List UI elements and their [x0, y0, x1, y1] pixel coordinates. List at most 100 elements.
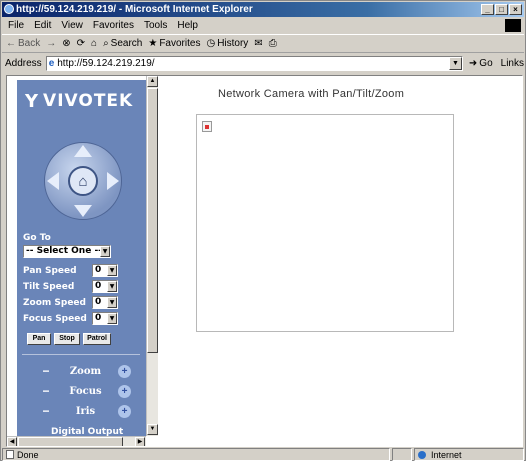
page-viewport: Y VIVOTEK ⌂ Go To -- Select One -- ▼ Pan — [6, 75, 523, 447]
refresh-icon: ⟳ — [76, 38, 86, 49]
menu-bar: File Edit View Favorites Tools Help — [2, 18, 524, 33]
zoom-out-button[interactable]: − — [39, 364, 53, 378]
page-e-icon: e — [48, 57, 55, 69]
horizontal-scroll-thumb[interactable] — [18, 437, 123, 446]
mail-button[interactable]: ✉ — [254, 38, 262, 49]
page-title: Network Camera with Pan/Tilt/Zoom — [218, 88, 405, 100]
tilt-down-arrow-icon[interactable] — [74, 205, 92, 217]
chevron-down-icon: ▼ — [107, 265, 117, 276]
history-icon: ◷ — [206, 38, 216, 49]
goto-label: Go To — [23, 233, 51, 243]
iris-open-button[interactable]: + — [118, 404, 131, 418]
zone-text: Internet — [431, 450, 462, 460]
menu-view[interactable]: View — [61, 18, 83, 33]
vertical-scrollbar[interactable]: ▲ ▼ — [146, 76, 158, 436]
menu-help[interactable]: Help — [177, 18, 198, 33]
address-input[interactable] — [57, 57, 458, 69]
menu-favorites[interactable]: Favorites — [93, 18, 134, 33]
security-zone-pane: Internet — [414, 448, 524, 461]
zoom-in-button[interactable]: + — [117, 364, 131, 378]
minimize-button[interactable]: _ — [481, 4, 494, 15]
print-icon: ⎙ — [268, 38, 277, 49]
pan-speed-select[interactable]: 0 ▼ — [92, 264, 118, 277]
divider — [22, 354, 140, 355]
back-arrow-icon: ← — [6, 38, 16, 49]
chevron-down-icon: ▼ — [107, 297, 117, 308]
title-bar: http://59.124.219.219/ - Microsoft Inter… — [2, 2, 524, 17]
address-bar: Address e ▼ ➜Go Links — [2, 54, 524, 72]
search-icon: ⌕ — [103, 38, 109, 49]
window-controls: _ □ × — [481, 4, 522, 15]
ptz-control-panel: Y VIVOTEK ⌂ Go To -- Select One -- ▼ Pan — [17, 80, 146, 437]
horizontal-scrollbar[interactable]: ◀ ▶ — [7, 436, 146, 446]
patrol-button[interactable]: Patrol — [83, 333, 111, 345]
stop-button[interactable]: Stop — [54, 333, 80, 345]
mail-icon: ✉ — [254, 38, 263, 49]
search-button[interactable]: ⌕ Search — [103, 38, 142, 49]
address-dropdown-icon[interactable]: ▼ — [448, 56, 462, 70]
chevron-down-icon: ▼ — [107, 281, 117, 292]
tilt-speed-select[interactable]: 0 ▼ — [92, 280, 118, 293]
address-label: Address — [5, 57, 42, 69]
tilt-speed-label: Tilt Speed — [23, 282, 75, 292]
zoom-control: − Zoom + — [39, 363, 131, 379]
stop-button[interactable]: ⊗ — [62, 38, 70, 49]
scroll-thumb[interactable] — [147, 88, 158, 353]
focus-label: Focus — [69, 385, 102, 397]
status-text-pane: Done — [2, 448, 390, 461]
pan-speed-label: Pan Speed — [23, 266, 77, 276]
zoom-label: Zoom — [69, 365, 102, 377]
menu-tools[interactable]: Tools — [144, 18, 167, 33]
broken-image-icon — [202, 121, 212, 132]
stop-icon: ⊗ — [62, 38, 71, 49]
status-bar: Done Internet — [2, 448, 524, 461]
video-frame: Network Camera with Pan/Tilt/Zoom — [158, 76, 522, 446]
iris-close-button[interactable]: − — [39, 404, 53, 418]
focus-speed-select[interactable]: 0 ▼ — [92, 312, 118, 325]
scroll-left-icon[interactable]: ◀ — [7, 437, 17, 446]
home-button[interactable]: ⌂ — [91, 38, 97, 49]
maximize-button[interactable]: □ — [495, 4, 508, 15]
control-frame: Y VIVOTEK ⌂ Go To -- Select One -- ▼ Pan — [7, 76, 158, 446]
internet-zone-icon — [418, 451, 426, 459]
go-button[interactable]: ➜ Go — [469, 58, 493, 69]
focus-far-button[interactable]: + — [118, 384, 131, 398]
video-area — [196, 114, 454, 332]
links-button[interactable]: Links — [501, 58, 524, 69]
zoom-speed-select[interactable]: 0 ▼ — [92, 296, 118, 309]
focus-control: − Focus + — [39, 383, 131, 399]
pan-left-arrow-icon[interactable] — [47, 172, 59, 190]
focus-speed-label: Focus Speed — [23, 314, 87, 324]
back-button[interactable]: ← Back — [6, 38, 40, 49]
direction-pad: ⌂ — [44, 142, 122, 220]
scroll-right-icon[interactable]: ▶ — [135, 437, 145, 446]
refresh-button[interactable]: ⟳ — [77, 38, 85, 49]
pan-right-arrow-icon[interactable] — [107, 172, 119, 190]
favorites-icon: ★ — [148, 38, 158, 49]
history-button[interactable]: ◷ History — [206, 38, 248, 49]
forward-button[interactable]: → — [46, 38, 56, 49]
window-title: http://59.124.219.219/ - Microsoft Inter… — [16, 4, 253, 15]
zoom-speed-label: Zoom Speed — [23, 298, 86, 308]
favorites-button[interactable]: ★ Favorites — [148, 38, 200, 49]
menu-file[interactable]: File — [8, 18, 24, 33]
menu-edit[interactable]: Edit — [34, 18, 51, 33]
go-arrow-icon: ➜ — [468, 57, 478, 69]
close-button[interactable]: × — [509, 4, 522, 15]
status-text: Done — [17, 449, 39, 460]
browser-window: http://59.124.219.219/ - Microsoft Inter… — [0, 0, 526, 461]
scroll-down-icon[interactable]: ▼ — [147, 424, 158, 435]
tilt-up-arrow-icon[interactable] — [74, 145, 92, 157]
page-done-icon — [6, 450, 14, 459]
print-button[interactable]: ⎙ — [269, 38, 277, 49]
windows-logo-icon — [505, 19, 521, 32]
address-field[interactable]: e ▼ — [45, 55, 463, 71]
pan-button[interactable]: Pan — [27, 333, 51, 345]
scroll-up-icon[interactable]: ▲ — [147, 76, 158, 87]
iris-control: − Iris + — [39, 403, 131, 419]
status-progress-pane — [392, 448, 412, 461]
goto-select[interactable]: -- Select One -- ▼ — [23, 245, 111, 258]
focus-near-button[interactable]: − — [39, 384, 53, 398]
standard-toolbar: ← Back → ⊗ ⟳ ⌂ ⌕ Search ★ Favorites ◷ Histor… — [2, 34, 524, 53]
home-position-icon[interactable]: ⌂ — [68, 166, 98, 196]
